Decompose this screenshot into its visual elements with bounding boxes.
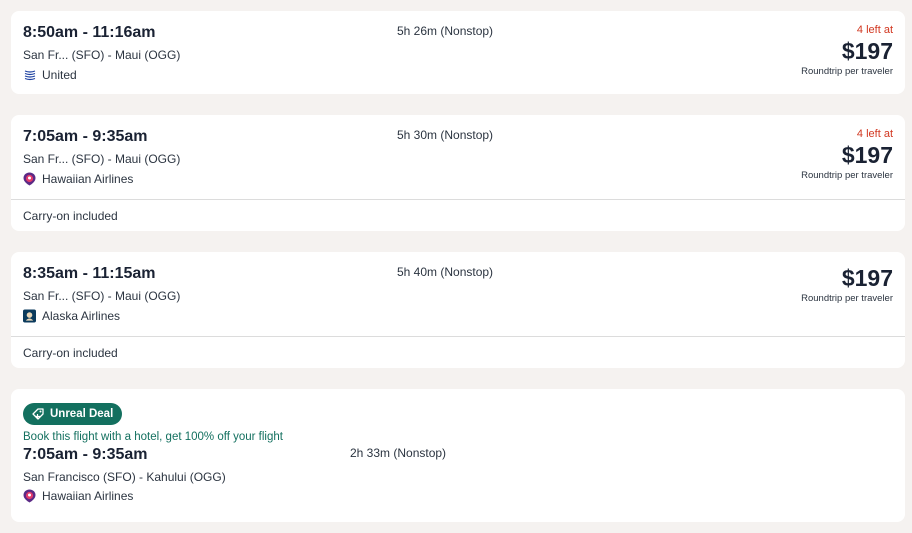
flight-duration: 2h 33m (Nonstop) — [350, 446, 447, 460]
hawaiian-logo-icon — [23, 489, 36, 503]
unreal-deal-badge: Unreal Deal — [23, 403, 123, 425]
seats-left: 4 left at — [856, 128, 893, 140]
flight-card[interactable]: Unreal Deal Book this flight with a hote… — [11, 389, 905, 522]
carry-on-note: Carry-on included — [23, 209, 118, 223]
deal-tag-icon — [31, 407, 45, 421]
airline-name: Hawaiian Airlines — [42, 489, 134, 503]
flight-route: San Fr... (SFO) - Maui (OGG) — [23, 289, 181, 303]
airline: Hawaiian Airlines — [23, 489, 133, 503]
flight-route: San Fr... (SFO) - Maui (OGG) — [23, 48, 181, 62]
deal-badge-label: Unreal Deal — [50, 408, 114, 420]
hawaiian-logo-icon — [23, 172, 36, 186]
flight-duration: 5h 40m (Nonstop) — [397, 265, 494, 279]
airline: United — [23, 68, 77, 82]
deal-description: Book this flight with a hotel, get 100% … — [23, 431, 283, 443]
flight-duration: 5h 30m (Nonstop) — [397, 128, 494, 142]
flight-card[interactable]: 7:05am - 9:35am San Fr... (SFO) - Maui (… — [11, 115, 905, 231]
flight-card[interactable]: 8:35am - 11:15am San Fr... (SFO) - Maui … — [11, 252, 905, 368]
airline-name: Hawaiian Airlines — [42, 172, 134, 186]
price: $197 — [841, 265, 893, 291]
flight-times: 7:05am - 9:35am — [23, 446, 148, 463]
flight-duration: 5h 26m (Nonstop) — [397, 24, 494, 38]
divider — [11, 199, 905, 200]
flight-route: San Francisco (SFO) - Kahului (OGG) — [23, 470, 226, 484]
carry-on-note: Carry-on included — [23, 346, 118, 360]
price: $197 — [841, 142, 893, 168]
flight-route: San Fr... (SFO) - Maui (OGG) — [23, 152, 181, 166]
price-box: 4 left at $197 Roundtrip per traveler — [801, 23, 893, 79]
alaska-logo-icon — [23, 309, 36, 323]
airline: Hawaiian Airlines — [23, 172, 133, 186]
divider — [11, 336, 905, 337]
airline-name: Alaska Airlines — [42, 309, 121, 323]
airline-name: United — [42, 68, 77, 82]
price-note: Roundtrip per traveler — [801, 293, 893, 304]
price-box: 4 left at $197 Roundtrip per traveler — [801, 127, 893, 183]
price-box: $197 Roundtrip per traveler — [801, 264, 893, 306]
united-logo-icon — [23, 69, 36, 82]
price-note: Roundtrip per traveler — [801, 170, 893, 181]
flight-card[interactable]: 8:50am - 11:16am San Fr... (SFO) - Maui … — [11, 11, 905, 94]
flight-times: 8:50am - 11:16am — [23, 24, 156, 41]
airline: Alaska Airlines — [23, 309, 120, 323]
flight-times: 8:35am - 11:15am — [23, 265, 156, 282]
price-note: Roundtrip per traveler — [801, 66, 893, 77]
flight-times: 7:05am - 9:35am — [23, 128, 148, 145]
seats-left: 4 left at — [856, 24, 893, 36]
price: $197 — [841, 38, 893, 64]
